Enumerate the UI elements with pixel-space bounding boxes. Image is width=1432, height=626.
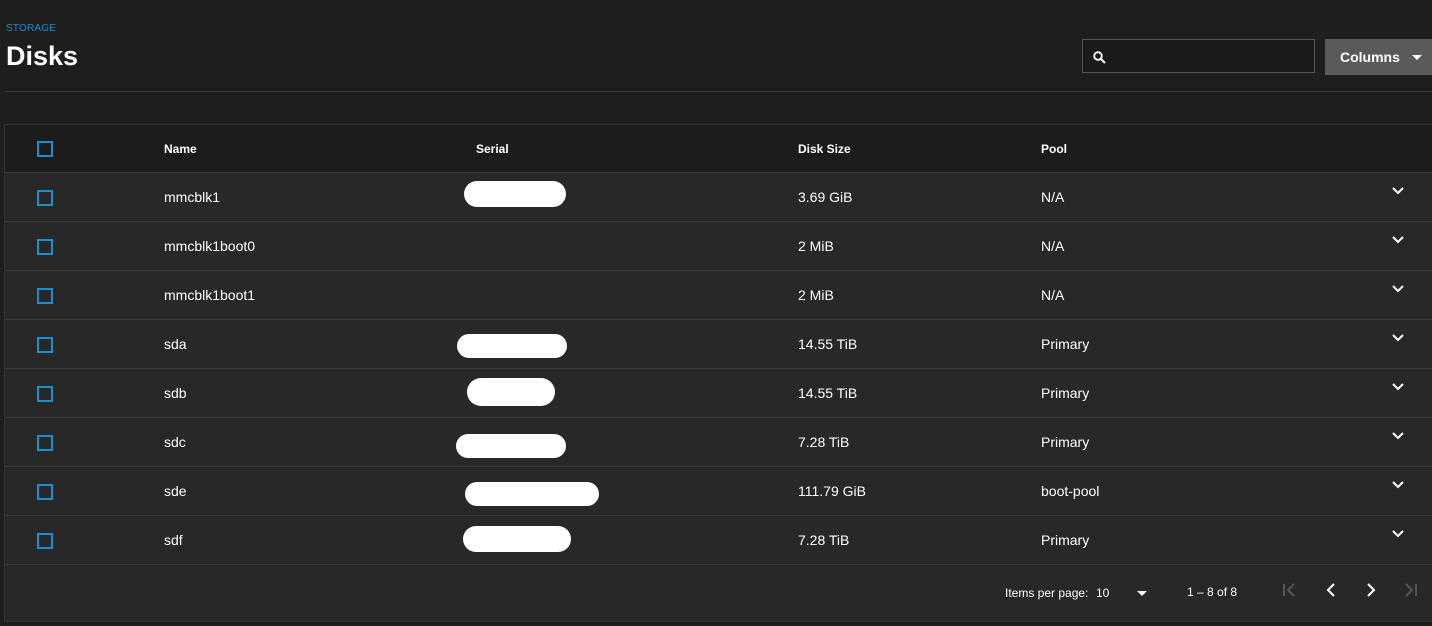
search-input[interactable] xyxy=(1113,44,1313,70)
disk-size: 14.55 TiB xyxy=(798,336,858,352)
disk-size: 2 MiB xyxy=(798,238,834,254)
disk-name: mmcblk1 xyxy=(164,189,221,205)
disk-name: sdb xyxy=(164,385,187,401)
chevron-down-icon[interactable] xyxy=(1391,333,1405,343)
page-title: Disks xyxy=(6,41,79,71)
disk-size: 3.69 GiB xyxy=(798,189,853,205)
first-page-icon[interactable] xyxy=(1281,582,1299,598)
row-checkbox[interactable] xyxy=(37,239,53,255)
table-row[interactable]: sdb 14.55 TiB Primary xyxy=(5,369,1432,418)
caret-down-icon xyxy=(1412,55,1422,60)
redacted-serial xyxy=(464,181,566,207)
chevron-down-icon[interactable] xyxy=(1391,529,1405,539)
disk-pool: Primary xyxy=(1041,532,1090,548)
row-checkbox[interactable] xyxy=(37,190,53,206)
column-header-disk-size[interactable]: Disk Size xyxy=(798,142,851,156)
table-row[interactable]: mmcblk1boot0 2 MiB N/A xyxy=(5,222,1432,271)
search-icon xyxy=(1093,51,1106,64)
disk-name: sda xyxy=(164,336,187,352)
redacted-serial xyxy=(456,434,566,458)
columns-button-label: Columns xyxy=(1340,49,1400,65)
chevron-down-icon[interactable] xyxy=(1391,284,1405,294)
redacted-serial xyxy=(465,482,599,506)
page-range-label: 1 – 8 of 8 xyxy=(1187,585,1238,599)
disk-name: mmcblk1boot1 xyxy=(164,287,256,303)
row-checkbox[interactable] xyxy=(37,435,53,451)
redacted-serial xyxy=(467,378,555,406)
disk-pool: N/A xyxy=(1041,189,1065,205)
disk-size: 111.79 GiB xyxy=(798,483,866,499)
chevron-down-icon[interactable] xyxy=(1391,480,1405,490)
disk-name: mmcblk1boot0 xyxy=(164,238,256,254)
column-header-pool[interactable]: Pool xyxy=(1041,142,1067,156)
disk-pool: boot-pool xyxy=(1041,483,1100,499)
table-row[interactable]: mmcblk1 3.69 GiB N/A xyxy=(5,173,1432,222)
table-row[interactable]: mmcblk1boot1 2 MiB N/A xyxy=(5,271,1432,320)
table-row[interactable]: sdc 7.28 TiB Primary xyxy=(5,418,1432,467)
search-box[interactable] xyxy=(1082,39,1315,73)
breadcrumb: STORAGE xyxy=(6,23,57,34)
disk-size: 7.28 TiB xyxy=(798,532,850,548)
row-checkbox[interactable] xyxy=(37,386,53,402)
redacted-serial xyxy=(457,334,567,358)
columns-button[interactable]: Columns xyxy=(1325,39,1432,75)
disk-size: 14.55 TiB xyxy=(798,385,858,401)
row-checkbox[interactable] xyxy=(37,337,53,353)
disk-name: sdc xyxy=(164,434,186,450)
row-checkbox[interactable] xyxy=(37,288,53,304)
chevron-down-icon[interactable] xyxy=(1391,235,1405,245)
disks-table-card: Name Serial Disk Size Pool mmcblk1 3.69 … xyxy=(4,124,1432,622)
table-header: Name Serial Disk Size Pool xyxy=(5,125,1432,173)
chevron-down-icon[interactable] xyxy=(1391,186,1405,196)
disk-pool: Primary xyxy=(1041,336,1090,352)
disk-pool: N/A xyxy=(1041,238,1065,254)
disk-name: sdf xyxy=(164,532,183,548)
select-all-checkbox[interactable] xyxy=(37,141,53,157)
header-divider xyxy=(6,91,1432,92)
column-header-name[interactable]: Name xyxy=(164,142,197,156)
table-row[interactable]: sdf 7.28 TiB Primary xyxy=(5,516,1432,565)
last-page-icon[interactable] xyxy=(1401,582,1419,598)
row-checkbox[interactable] xyxy=(37,533,53,549)
disk-pool: N/A xyxy=(1041,287,1065,303)
table-row[interactable]: sde 111.79 GiB boot-pool xyxy=(5,467,1432,516)
disk-name: sde xyxy=(164,483,187,499)
column-header-serial[interactable]: Serial xyxy=(476,142,509,156)
redacted-serial xyxy=(463,526,571,552)
caret-down-icon[interactable] xyxy=(1137,591,1147,596)
previous-page-icon[interactable] xyxy=(1323,582,1339,598)
disk-pool: Primary xyxy=(1041,434,1090,450)
items-per-page-label: Items per page: xyxy=(1005,586,1089,600)
table-row[interactable]: sda 14.55 TiB Primary xyxy=(5,320,1432,369)
disk-size: 2 MiB xyxy=(798,287,834,303)
page-size-select[interactable]: 10 xyxy=(1096,586,1109,600)
paginator: Items per page: 10 1 – 8 of 8 xyxy=(5,565,1432,621)
disk-pool: Primary xyxy=(1041,385,1090,401)
row-checkbox[interactable] xyxy=(37,484,53,500)
next-page-icon[interactable] xyxy=(1363,582,1379,598)
chevron-down-icon[interactable] xyxy=(1391,382,1405,392)
chevron-down-icon[interactable] xyxy=(1391,431,1405,441)
disk-size: 7.28 TiB xyxy=(798,434,850,450)
